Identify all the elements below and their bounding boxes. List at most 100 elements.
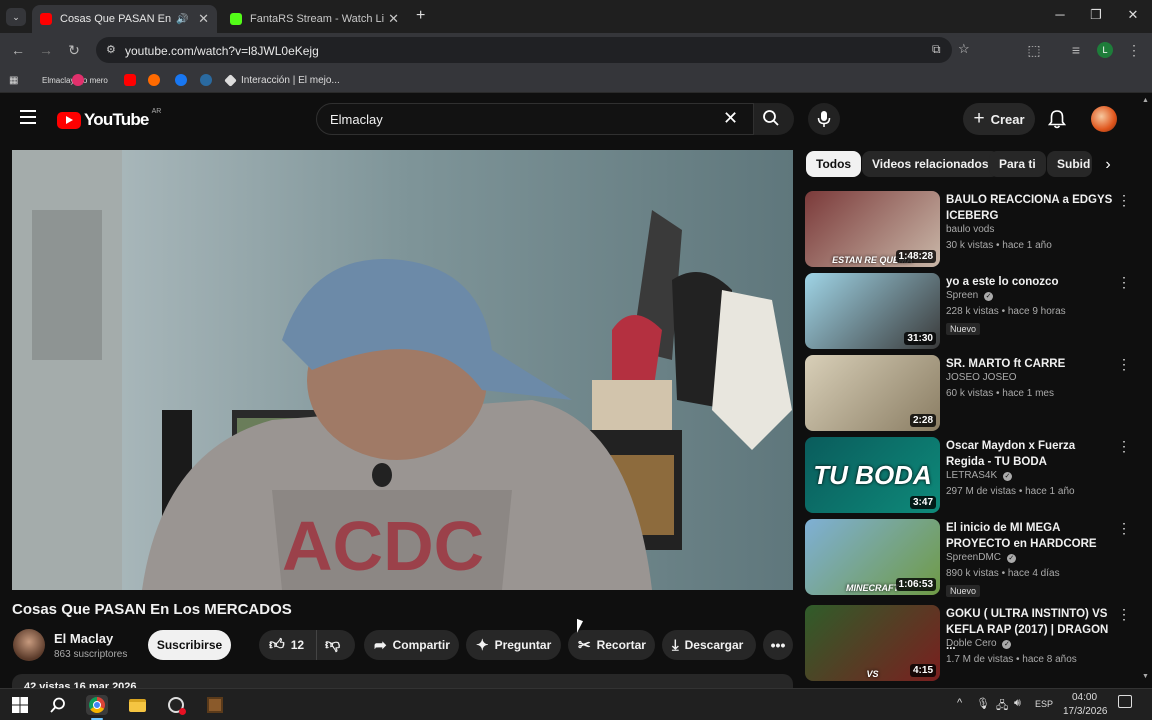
browser-tab-fantars[interactable]: FantaRS Stream - Watch Live on ✕ bbox=[222, 5, 407, 33]
download-button[interactable]: ⤓ Descargar bbox=[662, 630, 756, 660]
new-tab-button[interactable]: + bbox=[416, 7, 425, 25]
subscribe-label: Suscribirse bbox=[156, 638, 223, 652]
suggested-channel[interactable]: Doble Cero ✓ bbox=[946, 638, 1012, 649]
app-bookmark-icon[interactable] bbox=[148, 73, 164, 87]
suggested-video-title[interactable]: BAULO REACCIONA a EDGYS ICEBERG bbox=[946, 192, 1114, 224]
tab-search-button[interactable]: ⌄ bbox=[6, 8, 26, 26]
back-icon[interactable]: ← bbox=[10, 42, 26, 58]
chip-para-ti[interactable]: Para ti bbox=[989, 151, 1046, 177]
clear-search-icon[interactable]: ✕ bbox=[723, 108, 738, 129]
channel-name[interactable]: El Maclay bbox=[54, 631, 113, 646]
chip-subidos[interactable]: Subid bbox=[1047, 151, 1092, 177]
instagram-bookmark-icon[interactable] bbox=[72, 73, 88, 87]
create-button[interactable]: + Crear bbox=[963, 103, 1035, 135]
more-options-icon[interactable]: ⋮ bbox=[1117, 520, 1131, 537]
video-frame: ACDC bbox=[12, 150, 793, 590]
suggested-video[interactable]: 2:28 SR. MARTO ft CARRE JOSEO JOSEO 60 k… bbox=[805, 355, 1135, 433]
video-thumbnail[interactable]: 31:30 bbox=[805, 273, 940, 349]
suggested-video-title[interactable]: yo a este lo conozco bbox=[946, 274, 1114, 290]
facebook-bookmark-icon[interactable] bbox=[175, 73, 191, 87]
minecraft-taskbar-icon[interactable] bbox=[204, 695, 226, 715]
steam-bookmark-icon[interactable] bbox=[200, 73, 216, 87]
close-tab-icon[interactable]: ✕ bbox=[198, 11, 209, 27]
site-info-icon[interactable]: ⚙ bbox=[106, 43, 116, 56]
suggested-video-title[interactable]: SR. MARTO ft CARRE bbox=[946, 356, 1114, 372]
bookmark-star-icon[interactable]: ☆ bbox=[958, 41, 970, 57]
video-thumbnail[interactable]: TU BODA 3:47 bbox=[805, 437, 940, 513]
apps-grid-icon[interactable]: ▦ bbox=[9, 73, 18, 87]
profile-avatar[interactable]: L bbox=[1097, 42, 1113, 58]
chip-videos-relacionados[interactable]: Videos relacionados bbox=[862, 151, 999, 177]
windows-start-icon[interactable] bbox=[9, 695, 31, 715]
suggested-video[interactable]: TU BODA 3:47 Oscar Maydon x Fuerza Regid… bbox=[805, 437, 1135, 515]
tab-title: FantaRS Stream - Watch Live on bbox=[250, 13, 384, 25]
like-button[interactable]: 👍︎ 12 bbox=[259, 630, 318, 660]
suggested-channel[interactable]: baulo vods bbox=[946, 224, 994, 235]
subscribe-button[interactable]: Suscribirse bbox=[148, 630, 231, 660]
show-hidden-icons-icon[interactable]: ^ bbox=[957, 697, 962, 709]
address-bar[interactable]: ⚙ youtube.com/watch?v=l8JWL0eKejg ⧉ ☆ bbox=[96, 37, 970, 63]
channel-avatar[interactable] bbox=[13, 629, 45, 661]
more-actions-button[interactable]: ••• bbox=[763, 630, 793, 660]
notifications-bell-icon[interactable] bbox=[1047, 109, 1067, 129]
reload-icon[interactable]: ↻ bbox=[66, 42, 82, 59]
voice-search-button[interactable] bbox=[808, 103, 840, 135]
search-button[interactable] bbox=[754, 103, 794, 135]
restore-window-icon[interactable]: ❐ bbox=[1086, 7, 1106, 23]
chips-next-arrow-icon[interactable]: › bbox=[1094, 151, 1122, 179]
ask-button[interactable]: ✦ Preguntar bbox=[466, 630, 561, 660]
video-thumbnail[interactable]: VS 4:15 bbox=[805, 605, 940, 681]
minimize-window-icon[interactable]: ─ bbox=[1050, 7, 1070, 22]
microphone-tray-icon[interactable]: 🎙︎ bbox=[976, 697, 990, 710]
suggested-video-title[interactable]: El inicio de MI MEGA PROYECTO en HARDCOR… bbox=[946, 520, 1114, 552]
volume-icon[interactable]: 🔊︎ bbox=[1014, 697, 1021, 710]
suggested-channel[interactable]: SpreenDMC ✓ bbox=[946, 552, 1016, 563]
notifications-center-icon[interactable] bbox=[1118, 695, 1132, 708]
suggested-video[interactable]: VS 4:15 GOKU ( ULTRA INSTINTO) VS KEFLA … bbox=[805, 605, 1135, 683]
browser-menu-icon[interactable]: ⋮ bbox=[1126, 42, 1142, 59]
dislike-button[interactable]: 👎︎ bbox=[325, 636, 340, 654]
browser-tab-youtube[interactable]: Cosas Que PASAN En Los M 🔊 ✕ bbox=[32, 5, 217, 33]
search-input[interactable]: Elmaclay ✕ bbox=[316, 103, 754, 135]
bookmark-interaccion[interactable]: Interacción | El mejo... bbox=[224, 73, 340, 87]
chip-todos[interactable]: Todos bbox=[806, 151, 862, 177]
suggested-channel[interactable]: Spreen ✓ bbox=[946, 290, 994, 301]
audio-playing-icon[interactable]: 🔊 bbox=[176, 14, 188, 25]
chrome-taskbar-icon[interactable] bbox=[86, 695, 108, 715]
page-scrollbar[interactable]: ▲ ▼ bbox=[1140, 93, 1152, 687]
install-app-icon[interactable]: ⧉ bbox=[932, 42, 941, 57]
suggested-channel[interactable]: LETRAS4K ✓ bbox=[946, 470, 1012, 481]
clock-time[interactable]: 04:00 bbox=[1072, 692, 1097, 703]
youtube-bookmark-icon[interactable] bbox=[124, 73, 140, 87]
video-thumbnail[interactable]: 2:28 bbox=[805, 355, 940, 431]
more-options-icon[interactable]: ⋮ bbox=[1117, 438, 1131, 455]
taskbar-search-icon[interactable] bbox=[47, 695, 69, 715]
obs-taskbar-icon[interactable] bbox=[165, 695, 187, 715]
suggested-video[interactable]: 31:30 yo a este lo conozco Spreen ✓ 228 … bbox=[805, 273, 1135, 351]
network-icon[interactable]: 🖧 bbox=[996, 697, 1008, 716]
media-controls-icon[interactable]: ≡ bbox=[1068, 42, 1084, 58]
mouse-cursor-icon bbox=[577, 618, 583, 636]
file-explorer-icon[interactable] bbox=[126, 695, 148, 715]
close-window-icon[interactable]: ✕ bbox=[1123, 7, 1143, 23]
suggested-channel[interactable]: JOSEO JOSEO bbox=[946, 372, 1017, 383]
share-button[interactable]: ➦ Compartir bbox=[364, 630, 459, 660]
account-avatar[interactable] bbox=[1091, 106, 1117, 132]
suggested-video[interactable]: ESTAN RE QUEMA 1:48:28 BAULO REACCIONA a… bbox=[805, 191, 1135, 269]
input-language[interactable]: ESP bbox=[1035, 699, 1053, 709]
forward-icon[interactable]: → bbox=[38, 42, 54, 58]
suggested-video-title[interactable]: Oscar Maydon x Fuerza Regida - TU BODA bbox=[946, 438, 1114, 470]
clock-date[interactable]: 17/3/2026 bbox=[1063, 706, 1108, 717]
hamburger-menu-icon[interactable] bbox=[20, 110, 36, 124]
more-options-icon[interactable]: ⋮ bbox=[1117, 192, 1131, 209]
more-options-icon[interactable]: ⋮ bbox=[1117, 274, 1131, 291]
video-player[interactable]: ACDC bbox=[12, 150, 793, 590]
extensions-icon[interactable]: ⬚ bbox=[1026, 42, 1042, 59]
more-options-icon[interactable]: ⋮ bbox=[1117, 356, 1131, 373]
more-options-icon[interactable]: ⋮ bbox=[1117, 606, 1131, 623]
close-tab-icon[interactable]: ✕ bbox=[388, 11, 399, 27]
youtube-logo[interactable]: YouTube AR bbox=[57, 108, 161, 130]
suggested-video[interactable]: MINECRAFT 1:06:53 El inicio de MI MEGA P… bbox=[805, 519, 1135, 597]
video-thumbnail[interactable]: ESTAN RE QUEMA 1:48:28 bbox=[805, 191, 940, 267]
video-thumbnail[interactable]: MINECRAFT 1:06:53 bbox=[805, 519, 940, 595]
